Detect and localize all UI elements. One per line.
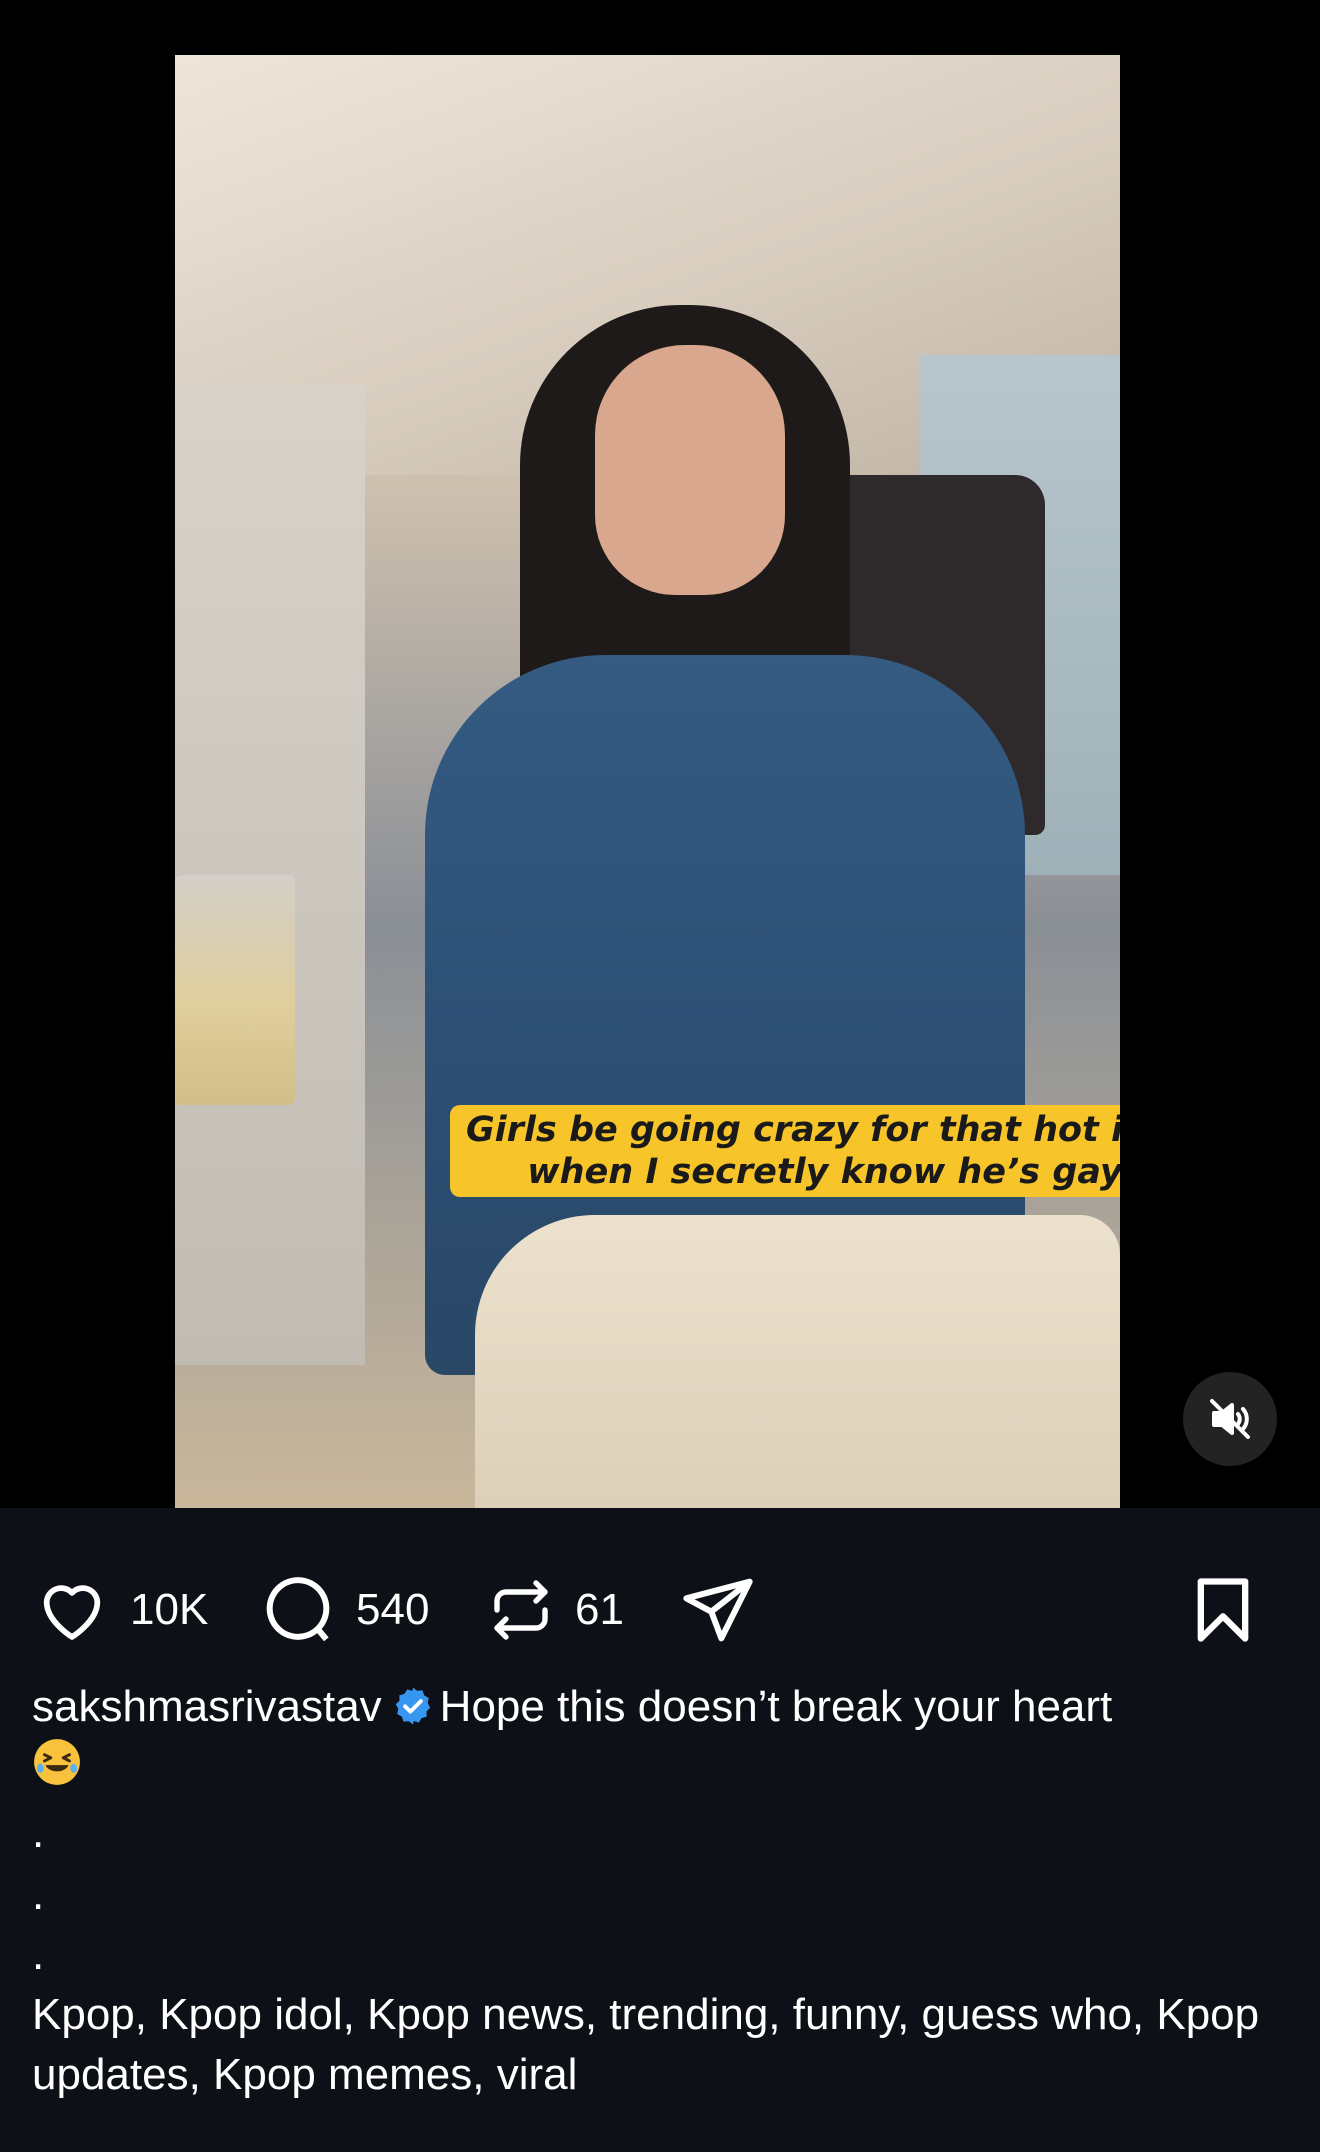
heart-icon [43, 1585, 101, 1640]
laughing-emoji [32, 1739, 82, 1789]
comment-bubble-icon [266, 1577, 330, 1642]
mute-button[interactable] [1183, 1372, 1277, 1466]
caption-dot: . [32, 1930, 45, 1979]
like-count: 10K [130, 1585, 209, 1634]
speaker-muted-icon [1210, 1399, 1250, 1439]
bookmark-icon [1197, 1578, 1249, 1642]
rolling-laughing-emoji-icon [34, 1739, 80, 1785]
caption-dot: . [32, 1870, 45, 1919]
like-button[interactable]: 10K [32, 1565, 208, 1655]
video-scene-person-face [595, 345, 785, 595]
caption-text: Hope this doesn’t break your heart [439, 1682, 1113, 1731]
repost-icon [494, 1580, 548, 1640]
caption-dot: . [32, 1808, 45, 1857]
comment-button[interactable]: 540 [258, 1565, 429, 1655]
video-player[interactable]: Girls be going crazy for that hot idol w… [175, 55, 1120, 1508]
repost-button[interactable]: 61 [485, 1565, 624, 1655]
comment-count: 540 [356, 1585, 430, 1634]
action-bar: 10K 540 61 [0, 1565, 1320, 1655]
save-button[interactable] [1185, 1565, 1261, 1655]
repost-count: 61 [575, 1585, 624, 1634]
hashtag-line: Kpop, Kpop idol, Kpop news, trending, fu… [32, 1990, 1260, 2099]
send-icon [683, 1578, 753, 1642]
share-button[interactable] [678, 1565, 758, 1655]
video-scene-glass [175, 875, 295, 1105]
post-caption: sakshmasrivastav Hope this doesn’t break… [32, 1678, 1292, 1794]
video-caption-overlay: Girls be going crazy for that hot idol w… [450, 1105, 1120, 1197]
verified-badge-icon [395, 1687, 430, 1725]
video-area: Girls be going crazy for that hot idol w… [0, 0, 1320, 1508]
video-scene-blanket [475, 1215, 1120, 1508]
username-link[interactable]: sakshmasrivastav [32, 1682, 382, 1731]
